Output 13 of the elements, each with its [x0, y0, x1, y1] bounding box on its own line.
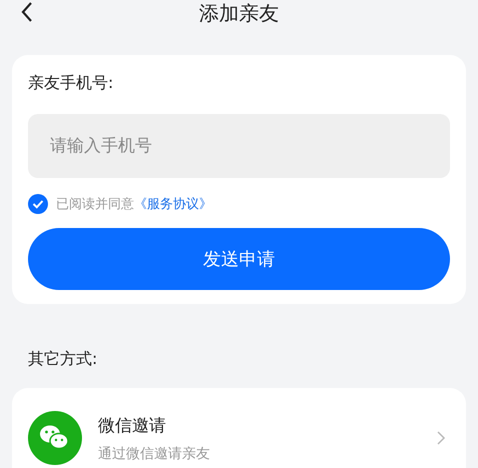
option-subtitle: 通过微信邀请亲友: [98, 444, 211, 462]
checkbox[interactable]: [28, 194, 48, 214]
section-heading: 其它方式:: [28, 349, 98, 370]
chevron-right-icon: [436, 430, 446, 446]
phone-label: 亲友手机号:: [28, 73, 114, 94]
agreement-text: 已阅读并同意: [56, 196, 134, 213]
send-request-button[interactable]: 发送申请: [28, 228, 450, 290]
page-title: 添加亲友: [199, 1, 279, 25]
service-agreement-link[interactable]: 《服务协议》: [134, 195, 212, 213]
invite-option[interactable]: 微信邀请 通过微信邀请亲友: [12, 388, 466, 468]
chat-bubbles-icon: [28, 411, 82, 465]
phone-input-field[interactable]: 请输入手机号: [28, 114, 450, 178]
option-title: 微信邀请: [98, 414, 167, 436]
